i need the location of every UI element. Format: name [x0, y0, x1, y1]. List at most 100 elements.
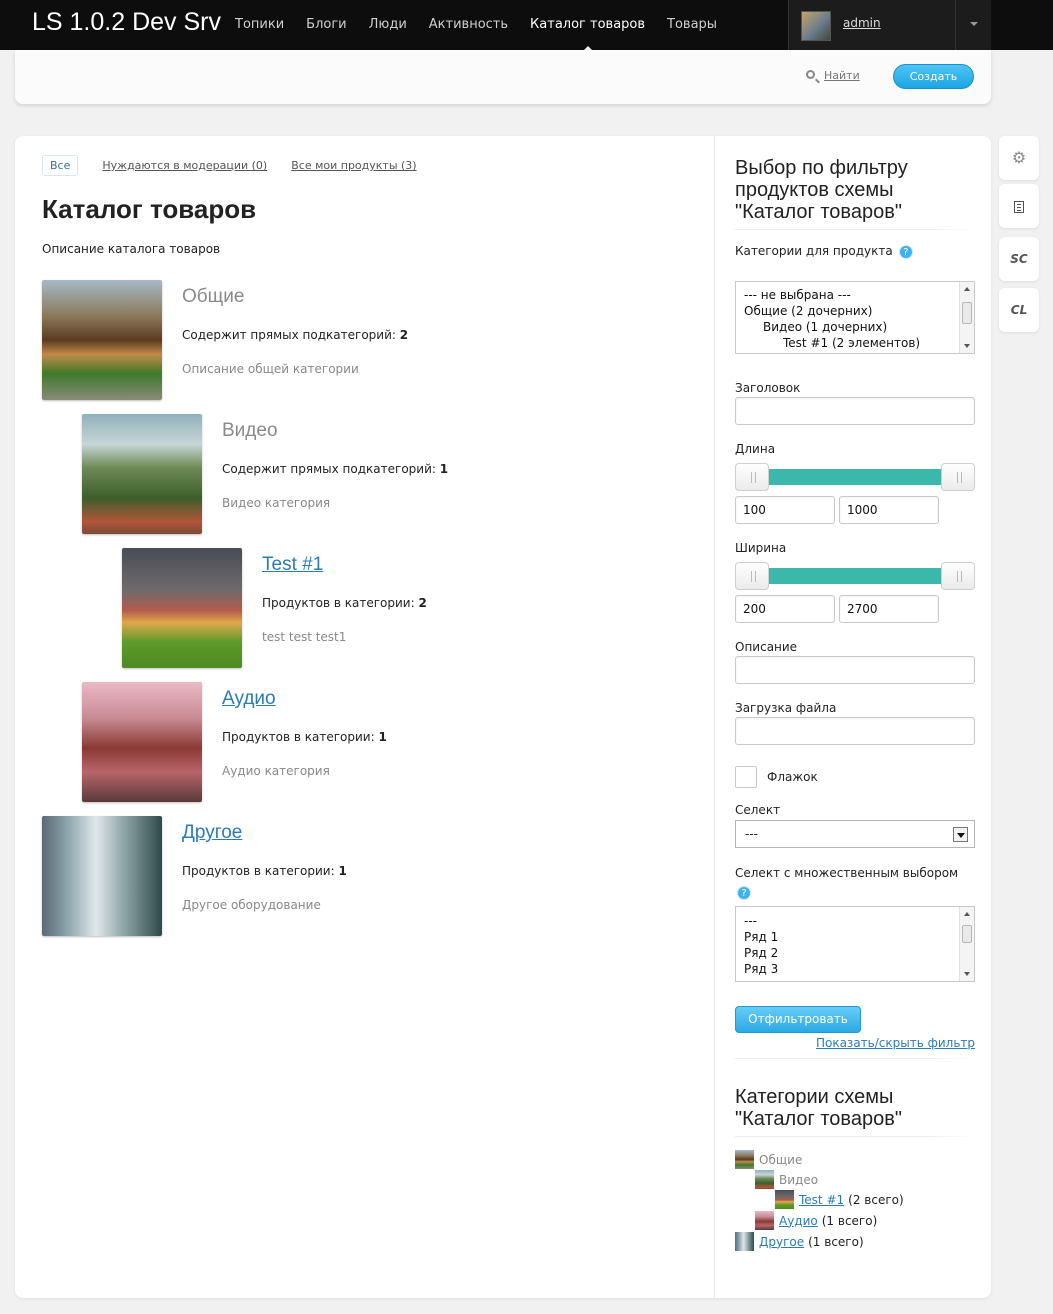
- document-tool-button[interactable]: [999, 184, 1039, 228]
- category-image[interactable]: [82, 414, 202, 534]
- filter-title: Выбор по фильтру продуктов схемы "Катало…: [735, 157, 908, 223]
- category-filter-label: Категории для продукта?: [735, 244, 913, 259]
- tab-all[interactable]: Все: [42, 155, 79, 176]
- gear-icon: ⚙: [1011, 148, 1027, 167]
- title-underline: [735, 1136, 975, 1137]
- search-icon: [806, 70, 815, 79]
- listbox-scrollbar[interactable]: [959, 282, 974, 353]
- category-description: Описание общей категории: [182, 362, 359, 376]
- tree-thumbnail: [775, 1190, 794, 1209]
- file-upload-field[interactable]: [735, 717, 975, 745]
- listbox-option[interactable]: ---: [736, 913, 974, 929]
- page-title: Каталог товаров: [42, 194, 257, 224]
- multiselect-label: Селект с множественным выбором: [735, 866, 959, 880]
- tree-item-label: Общие: [759, 1152, 803, 1167]
- length-slider-min-handle[interactable]: [735, 463, 769, 491]
- column-divider: [714, 136, 715, 1298]
- length-slider-max-handle[interactable]: [941, 463, 975, 491]
- avatar[interactable]: [801, 11, 831, 41]
- length-min-input[interactable]: 100: [735, 496, 835, 524]
- filter-tabs: Все Нуждаются в модерации (0) Все мои пр…: [42, 155, 417, 176]
- length-slider-range: [749, 469, 961, 485]
- tree-thumbnail: [735, 1232, 754, 1251]
- width-slider-min-handle[interactable]: [735, 562, 769, 590]
- category-title-link[interactable]: Аудио: [222, 688, 276, 710]
- filter-submit-button[interactable]: Отфильтровать: [735, 1006, 861, 1033]
- file-upload-label: Загрузка файла: [735, 701, 837, 715]
- site-brand[interactable]: LS 1.0.2 Dev Srv: [32, 8, 221, 37]
- cl-tool-button[interactable]: CL: [999, 288, 1039, 332]
- width-min-input[interactable]: 200: [735, 595, 835, 623]
- create-button[interactable]: Создать: [893, 64, 974, 89]
- nav-item-people[interactable]: Люди: [358, 0, 418, 50]
- tree-item-link[interactable]: Аудио: [779, 1214, 818, 1228]
- username-link[interactable]: admin: [843, 16, 881, 30]
- category-image[interactable]: [122, 548, 242, 668]
- flag-checkbox[interactable]: [735, 766, 757, 788]
- listbox-option[interactable]: Ряд 3: [736, 961, 974, 977]
- settings-tool-button[interactable]: ⚙: [999, 136, 1039, 180]
- width-max-input[interactable]: 2700: [839, 595, 939, 623]
- length-label: Длина: [735, 442, 776, 456]
- top-navbar: LS 1.0.2 Dev Srv Топики Блоги Люди Актив…: [0, 0, 1053, 50]
- category-image[interactable]: [42, 816, 162, 936]
- width-slider-max-handle[interactable]: [941, 562, 975, 590]
- listbox-option[interactable]: Ряд 1: [736, 929, 974, 945]
- category-title: Общие: [182, 286, 245, 307]
- toggle-filter-link[interactable]: Показать/скрыть фильтр: [816, 1036, 975, 1050]
- multiselect-listbox[interactable]: --- Ряд 1 Ряд 2 Ряд 3: [735, 906, 975, 982]
- width-slider-range: [749, 568, 961, 584]
- nav-item-topics[interactable]: Топики: [224, 0, 295, 50]
- width-slider[interactable]: [735, 562, 975, 590]
- nav-item-catalog[interactable]: Каталог товаров: [519, 0, 656, 50]
- length-max-input[interactable]: 1000: [839, 496, 939, 524]
- category-title-link[interactable]: Другое: [182, 822, 242, 844]
- title-underline: [735, 229, 975, 230]
- category-title-link[interactable]: Test #1: [262, 554, 323, 576]
- main-nav: Топики Блоги Люди Активность Каталог тов…: [224, 0, 728, 50]
- category-image[interactable]: [82, 682, 202, 802]
- help-icon[interactable]: ?: [898, 244, 913, 259]
- category-image[interactable]: [42, 280, 162, 400]
- tab-my-products[interactable]: Все мои продукты (3): [291, 159, 416, 172]
- length-slider[interactable]: [735, 463, 975, 491]
- listbox-option[interactable]: Ряд 2: [736, 945, 974, 961]
- tree-thumbnail: [735, 1150, 754, 1169]
- nav-item-activity[interactable]: Активность: [418, 0, 519, 50]
- category-count: Продуктов в категории: 1: [222, 730, 387, 744]
- document-icon: [1014, 200, 1024, 213]
- tree-item-count: (1 всего): [821, 1213, 878, 1228]
- listbox-option[interactable]: --- не выбрана ---: [736, 287, 974, 303]
- tab-moderation[interactable]: Нуждаются в модерации (0): [102, 159, 267, 172]
- title-field[interactable]: [735, 397, 975, 425]
- tree-item-link[interactable]: Другое: [759, 1235, 804, 1249]
- tree-item-label: Видео: [779, 1172, 819, 1187]
- search-link[interactable]: Найти: [824, 69, 860, 82]
- category-count: Продуктов в категории: 2: [262, 596, 427, 610]
- tree-item: Общие: [735, 1150, 802, 1169]
- category-count: Продуктов в категории: 1: [182, 864, 347, 878]
- user-dropdown-toggle[interactable]: [955, 0, 991, 50]
- width-label: Ширина: [735, 541, 787, 555]
- category-description: Другое оборудование: [182, 898, 321, 912]
- help-icon[interactable]: ?: [737, 885, 751, 900]
- category-listbox[interactable]: --- не выбрана --- Общие (2 дочерних) Ви…: [735, 281, 975, 354]
- tree-item: Test #1 (2 всего): [775, 1190, 904, 1209]
- nav-item-blogs[interactable]: Блоги: [295, 0, 357, 50]
- category-description: Видео категория: [222, 496, 331, 510]
- sc-tool-button[interactable]: SC: [999, 237, 1039, 281]
- nav-item-products[interactable]: Товары: [656, 0, 728, 50]
- sub-header: Найти Создать: [15, 50, 991, 104]
- listbox-option[interactable]: Test #1 (2 элементов): [736, 335, 974, 351]
- description-field[interactable]: [735, 656, 975, 684]
- title-field-label: Заголовок: [735, 381, 801, 395]
- select-value: ---: [745, 827, 758, 841]
- tree-thumbnail: [755, 1211, 774, 1230]
- select-dropdown[interactable]: ---: [735, 820, 975, 848]
- listbox-option[interactable]: Видео (1 дочерних): [736, 319, 974, 335]
- listbox-scrollbar[interactable]: [959, 907, 974, 981]
- listbox-option[interactable]: Общие (2 дочерних): [736, 303, 974, 319]
- tree-item: Видео: [755, 1170, 818, 1189]
- chevron-down-icon[interactable]: [953, 827, 968, 842]
- tree-item-link[interactable]: Test #1: [799, 1193, 844, 1207]
